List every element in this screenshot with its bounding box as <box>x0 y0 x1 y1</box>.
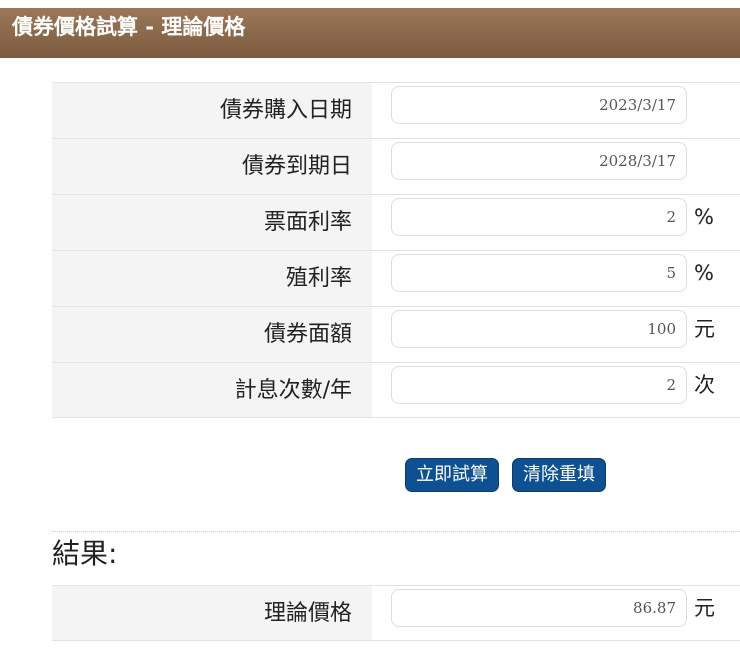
result-label: 理論價格 <box>52 586 372 640</box>
form-row-purchase-date: 債券購入日期 2023/3/17 <box>52 82 740 138</box>
form-row-yield: 殖利率 5% <box>52 250 740 306</box>
reset-button[interactable]: 清除重填 <box>512 458 606 492</box>
frequency-input[interactable]: 2 <box>391 366 687 404</box>
calculate-button[interactable]: 立即試算 <box>405 458 499 492</box>
purchase-date-input[interactable]: 2023/3/17 <box>391 86 687 124</box>
result-row: 理論價格 86.87 元 <box>52 585 740 641</box>
field-label: 債券到期日 <box>52 139 372 194</box>
unit-label: % <box>694 205 714 229</box>
yield-input[interactable]: 5 <box>391 254 687 292</box>
theoretical-price-output: 86.87 <box>391 589 687 627</box>
result-table: 理論價格 86.87 元 <box>52 585 740 641</box>
unit-label: 元 <box>694 317 715 341</box>
form-row-coupon-rate: 票面利率 2% <box>52 194 740 250</box>
result-heading: 結果: <box>52 537 118 570</box>
field-label: 票面利率 <box>52 195 372 250</box>
field-label: 債券面額 <box>52 307 372 362</box>
coupon-rate-input[interactable]: 2 <box>391 198 687 236</box>
maturity-date-input[interactable]: 2028/3/17 <box>391 142 687 180</box>
form-row-frequency: 計息次數/年 2 次 <box>52 362 740 418</box>
divider <box>52 531 740 532</box>
unit-label: 次 <box>694 373 715 397</box>
face-value-input[interactable]: 100 <box>391 310 687 348</box>
page-header: 債券價格試算 - 理論價格 <box>0 8 740 58</box>
field-label: 債券購入日期 <box>52 83 372 138</box>
form-row-maturity-date: 債券到期日 2028/3/17 <box>52 138 740 194</box>
unit-label: % <box>694 261 714 285</box>
field-label: 殖利率 <box>52 251 372 306</box>
bond-form: 債券購入日期 2023/3/17 債券到期日 2028/3/17 票面利率 2% 殖利… <box>52 82 740 418</box>
form-row-face-value: 債券面額 100 元 <box>52 306 740 362</box>
field-label: 計息次數/年 <box>52 363 372 417</box>
unit-label: 元 <box>694 596 715 620</box>
